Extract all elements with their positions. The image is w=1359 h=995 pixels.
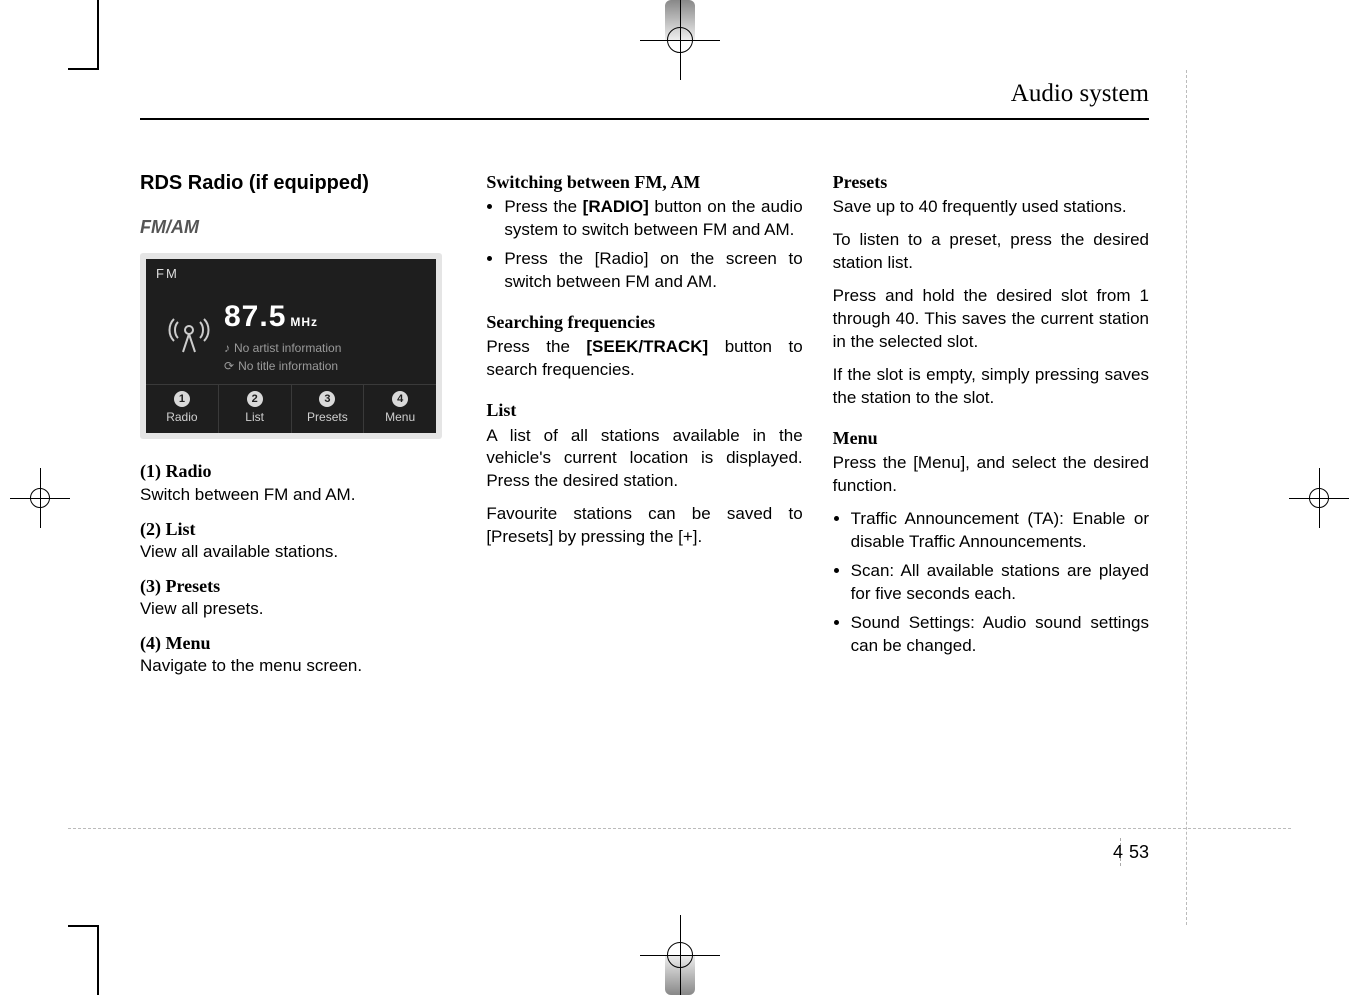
para-list-2: Favourite stations can be saved to [Pres… — [486, 503, 802, 549]
callout-4-label: (4) Menu — [140, 631, 456, 655]
radio-artist-line: ♪No artist information — [224, 340, 428, 356]
subheading-fm-am: FM/AM — [140, 215, 456, 239]
callout-2-desc: View all available stations. — [140, 541, 456, 564]
para-presets-2: To listen to a preset, press the desired… — [833, 229, 1149, 275]
callout-3-label: (3) Presets — [140, 574, 456, 598]
heading-switching: Switching between FM, AM — [486, 170, 802, 194]
antenna-icon — [154, 312, 224, 358]
callout-1-desc: Switch between FM and AM. — [140, 484, 456, 507]
radio-frequency: 87.5MHz — [224, 297, 428, 338]
header-rule — [140, 118, 1149, 120]
heading-menu: Menu — [833, 426, 1149, 450]
heading-searching: Searching frequencies — [486, 310, 802, 334]
radio-band-label: FM — [146, 259, 436, 287]
section-title: RDS Radio (if equipped) — [140, 170, 456, 197]
heading-list: List — [486, 398, 802, 422]
heading-presets: Presets — [833, 170, 1149, 194]
bullet-sound: Sound Settings: Audio sound settings can… — [851, 612, 1149, 658]
bullet-ta: Traffic Announcement (TA): Enable or dis… — [851, 508, 1149, 554]
callout-1-label: (1) Radio — [140, 459, 456, 483]
para-presets-1: Save up to 40 frequently used stations. — [833, 196, 1149, 219]
para-menu-intro: Press the [Menu], and select the desired… — [833, 452, 1149, 498]
radio-tab-radio: 1 Radio — [146, 385, 219, 433]
radio-tab-presets: 3 Presets — [292, 385, 365, 433]
registration-mark-bottom — [640, 915, 720, 995]
radio-tab-menu: 4 Menu — [364, 385, 436, 433]
crop-mark — [68, 68, 98, 70]
para-presets-3: Press and hold the desired slot from 1 t… — [833, 285, 1149, 354]
para-presets-4: If the slot is empty, simply pressing sa… — [833, 364, 1149, 410]
cut-guide — [68, 828, 1291, 829]
crop-mark — [68, 925, 98, 927]
binding-guide — [1186, 70, 1189, 925]
registration-mark-left — [10, 468, 70, 528]
para-searching: Press the [SEEK/TRACK] button to search … — [486, 336, 802, 382]
crop-mark — [97, 925, 99, 995]
radio-screen-figure: FM — [140, 253, 442, 439]
running-header: Audio system — [140, 80, 1149, 108]
callout-2-label: (2) List — [140, 517, 456, 541]
page-number: 453 — [1113, 842, 1149, 863]
callout-4-desc: Navigate to the menu screen. — [140, 655, 456, 678]
bullet-radio-onscreen: Press the [Radio] on the screen to switc… — [504, 248, 802, 294]
radio-tab-list: 2 List — [219, 385, 292, 433]
bullet-scan: Scan: All available stations are played … — [851, 560, 1149, 606]
radio-title-line: ⟳No title information — [224, 358, 428, 374]
bullet-radio-button: Press the [RADIO] button on the audio sy… — [504, 196, 802, 242]
registration-mark-right — [1289, 468, 1349, 528]
registration-mark-top — [640, 0, 720, 80]
callout-3-desc: View all presets. — [140, 598, 456, 621]
crop-mark — [97, 0, 99, 70]
para-list-1: A list of all stations available in the … — [486, 425, 802, 494]
